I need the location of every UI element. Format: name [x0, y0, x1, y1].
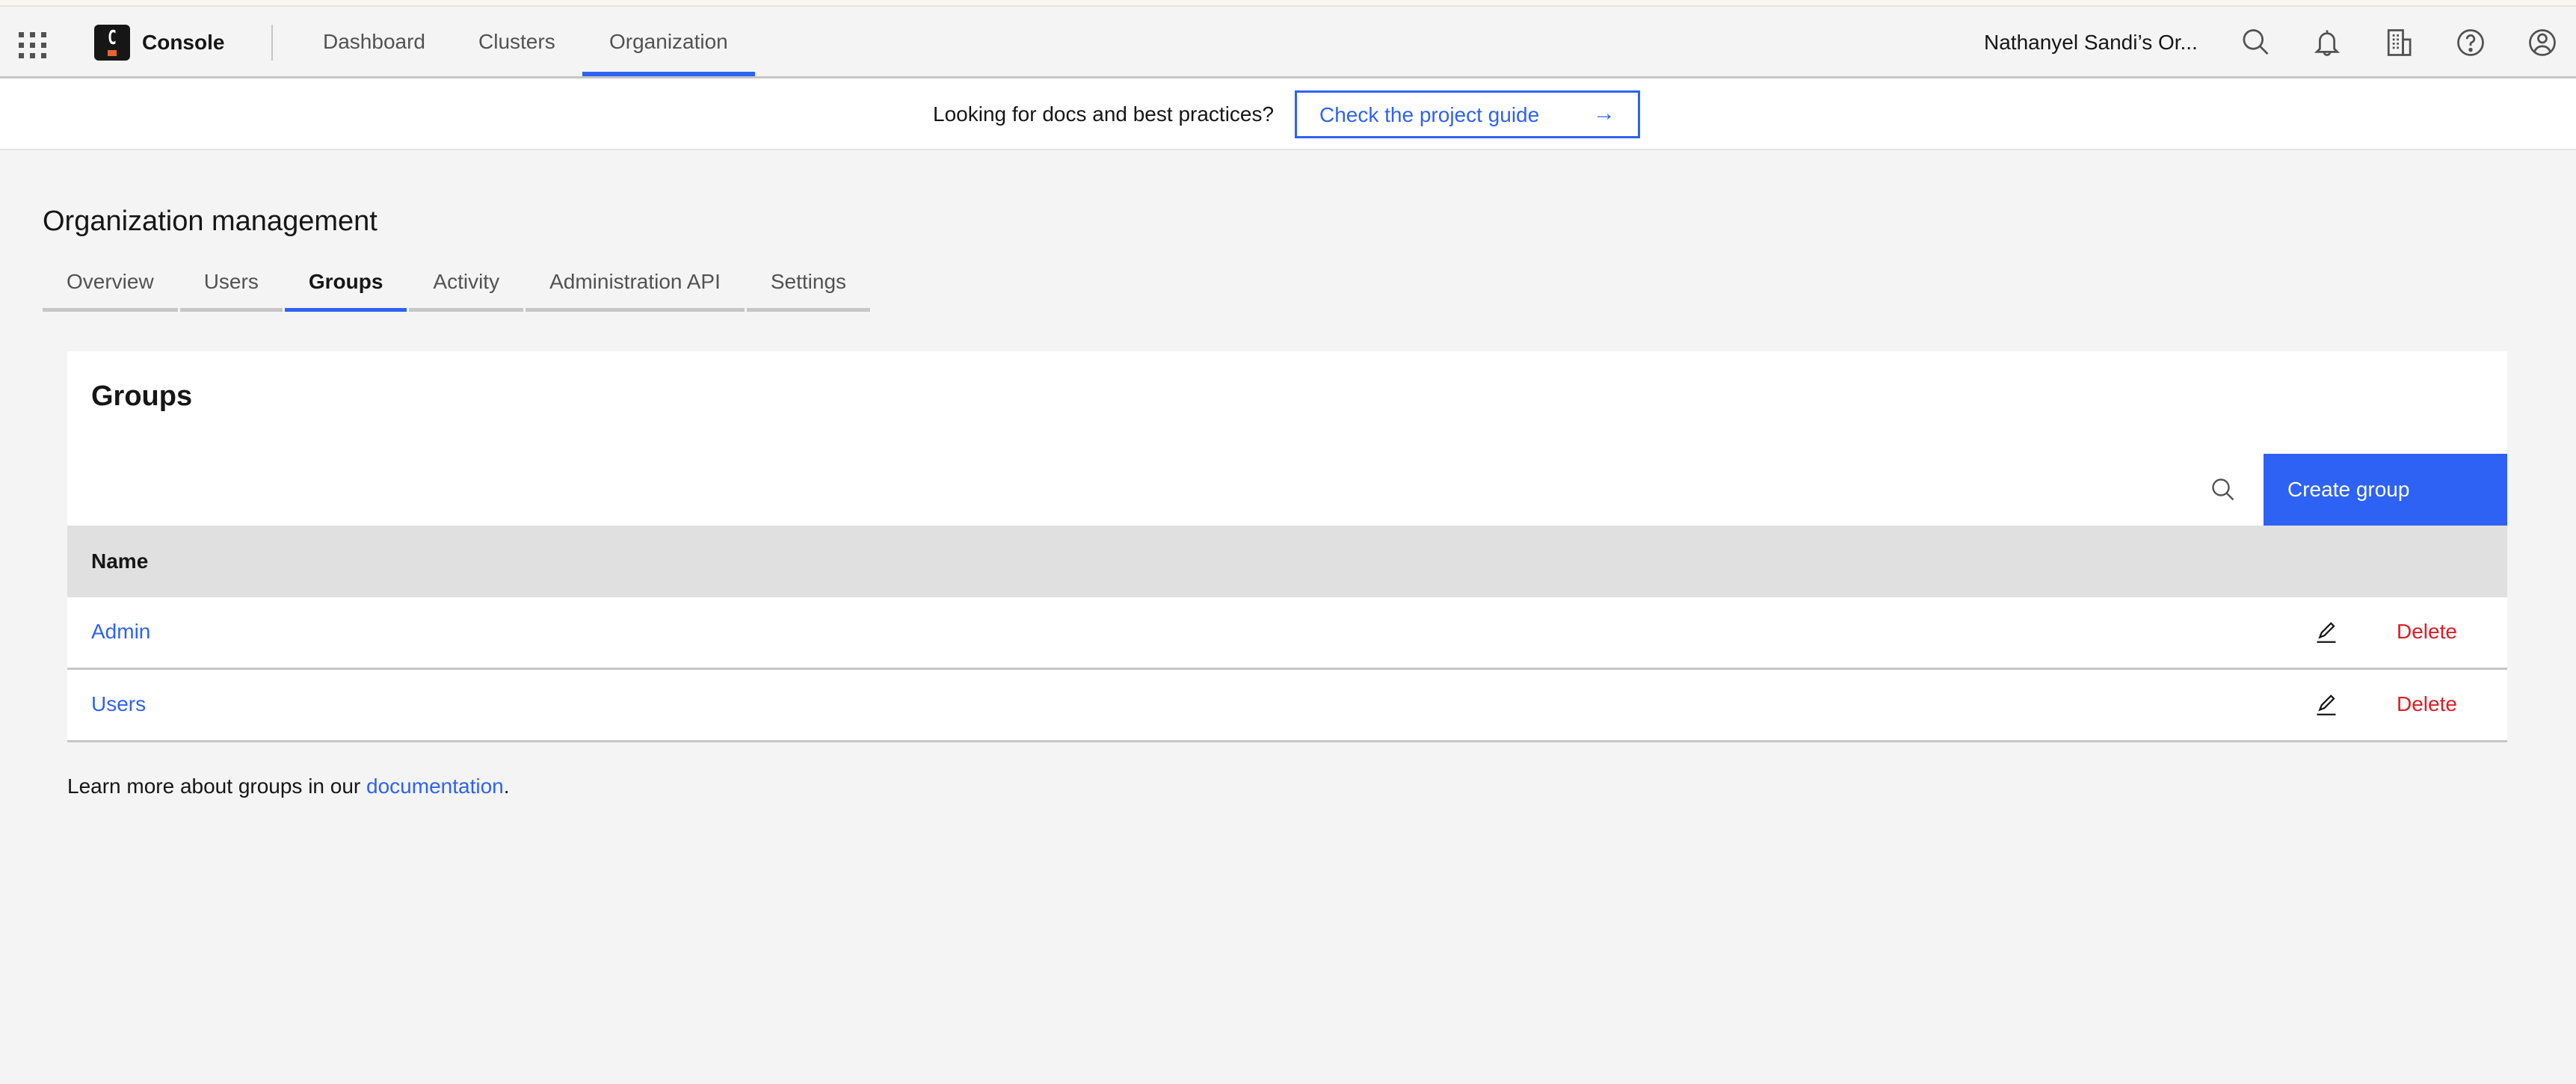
app-name[interactable]: Console — [142, 29, 224, 56]
arrow-right-icon: → — [1593, 101, 1615, 126]
documentation-link[interactable]: documentation — [366, 774, 504, 798]
banner-text: Looking for docs and best practices? — [933, 102, 1275, 126]
org-tabs: Overview Users Groups Activity Administr… — [43, 258, 872, 312]
help-text-suffix: . — [503, 774, 510, 798]
create-group-button[interactable]: Create group — [2264, 454, 2507, 526]
help-icon[interactable] — [2454, 26, 2487, 59]
tab-groups[interactable]: Groups — [284, 258, 407, 312]
nav-dashboard[interactable]: Dashboard — [296, 7, 452, 76]
delete-group-button[interactable]: Delete — [2397, 617, 2457, 647]
logo-accent-bar — [108, 50, 117, 56]
project-guide-button[interactable]: Check the project guide → — [1295, 90, 1640, 138]
tab-administration-api[interactable]: Administration API — [526, 258, 745, 312]
edit-pencil-icon[interactable] — [2311, 689, 2341, 719]
edit-pencil-icon[interactable] — [2311, 617, 2341, 647]
tab-users[interactable]: Users — [179, 258, 283, 312]
logo-letter: C — [108, 27, 117, 49]
group-name-link[interactable]: Admin — [91, 617, 150, 647]
table-search-icon[interactable] — [2205, 472, 2241, 508]
table-header: Name — [67, 526, 2507, 597]
nav-organization[interactable]: Organization — [582, 7, 755, 76]
groups-help-text: Learn more about groups in our documenta… — [67, 772, 510, 801]
organization-switcher[interactable]: Nathanyel Sandi’s Or... — [1984, 28, 2198, 58]
delete-group-button[interactable]: Delete — [2397, 689, 2457, 719]
tab-activity[interactable]: Activity — [409, 258, 524, 312]
user-avatar-icon[interactable] — [2526, 26, 2559, 59]
project-guide-label: Check the project guide — [1319, 103, 1540, 126]
table-toolbar: Create group — [67, 454, 2507, 526]
console-logo[interactable]: C — [94, 25, 130, 61]
docs-banner: Looking for docs and best practices? Che… — [0, 78, 2576, 150]
top-header: C Console Dashboard Clusters Organizatio… — [0, 7, 2576, 78]
search-icon[interactable] — [2239, 26, 2272, 59]
column-header-name[interactable]: Name — [91, 546, 148, 576]
browser-top-strip — [0, 0, 2576, 7]
groups-card: Groups Create group Name Admin Delete Us… — [67, 351, 2507, 742]
header-divider — [271, 25, 273, 61]
tab-settings[interactable]: Settings — [746, 258, 871, 312]
app-switcher-grid-icon[interactable] — [18, 29, 48, 59]
page-title: Organization management — [43, 206, 378, 237]
building-icon[interactable] — [2382, 26, 2415, 59]
groups-card-title: Groups — [91, 381, 193, 412]
tab-overview[interactable]: Overview — [43, 258, 178, 312]
help-text-prefix: Learn more about groups in our — [67, 774, 367, 798]
group-name-link[interactable]: Users — [91, 689, 146, 719]
nav-clusters[interactable]: Clusters — [452, 7, 582, 76]
notification-bell-icon[interactable] — [2311, 26, 2344, 59]
table-row: Users Delete — [67, 670, 2507, 742]
table-row: Admin Delete — [67, 597, 2507, 670]
